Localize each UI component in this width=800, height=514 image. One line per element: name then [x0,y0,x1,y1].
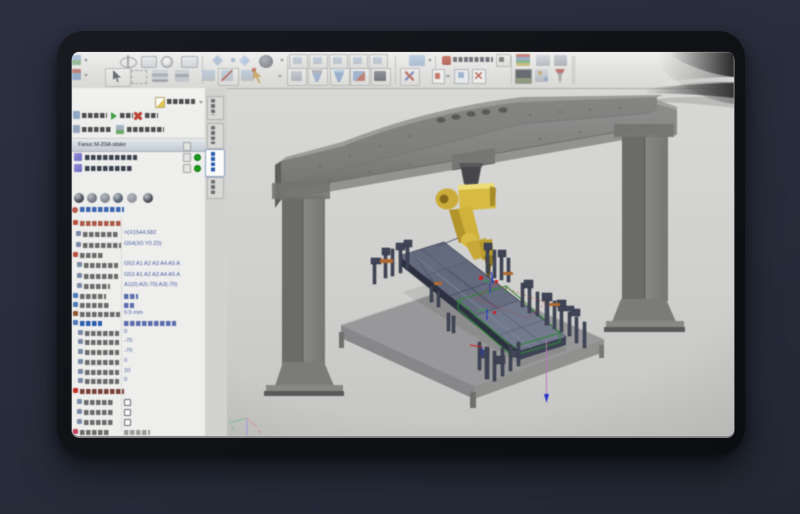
svg-text:y: y [231,426,234,432]
svg-text:x: x [258,429,261,435]
